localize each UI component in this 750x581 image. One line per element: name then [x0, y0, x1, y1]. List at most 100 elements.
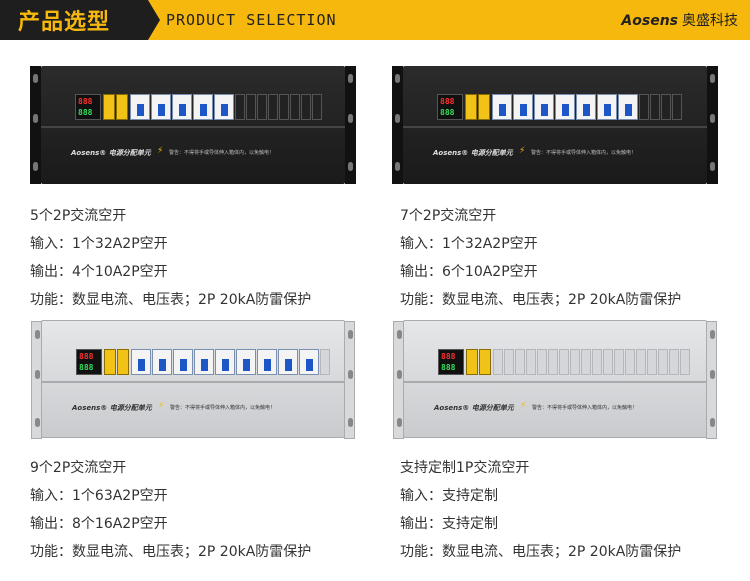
mounting-hole — [35, 418, 40, 427]
mounting-hole — [710, 162, 715, 171]
product-function: 功能：数显电流、电压表；2P 20kA防雷保护 — [400, 292, 682, 308]
rack-ear — [393, 321, 404, 439]
section-header: 产品选型 PRODUCT SELECTION Aosens 奥盛科技 — [0, 0, 750, 40]
breaker-handle — [541, 104, 548, 116]
digital-meter: 888 888 — [437, 94, 463, 120]
breaker-handle — [520, 104, 527, 116]
breaker-handle — [243, 359, 250, 371]
rack-ear — [706, 321, 717, 439]
breaker-handle — [180, 359, 187, 371]
product-input: 输入：支持定制 — [400, 488, 498, 504]
surge-protector — [479, 349, 491, 375]
blank-module — [639, 94, 649, 120]
surge-protector — [117, 349, 129, 375]
blank-module — [493, 349, 503, 375]
breaker-handle — [201, 359, 208, 371]
circuit-breaker — [215, 349, 235, 375]
mounting-hole — [710, 330, 715, 339]
breaker-handle — [222, 359, 229, 371]
blank-module — [279, 94, 289, 120]
product-function: 功能：数显电流、电压表；2P 20kA防雷保护 — [30, 544, 312, 560]
digital-meter: 888 888 — [76, 349, 102, 375]
blank-module — [515, 349, 525, 375]
blank-module — [268, 94, 278, 120]
blank-module — [526, 349, 536, 375]
warning-icon: ⚡ — [520, 401, 527, 411]
pdu-image-2: 888 888 Aosens® 电源分配单元 ⚡ 警告：不得将手或导体伸入箱体内，以免触… — [392, 66, 718, 184]
circuit-breaker — [257, 349, 277, 375]
warning-label: 警告：不得将手或导体伸入箱体内，以免触电！ — [531, 150, 637, 156]
blank-module — [614, 349, 624, 375]
breaker-handle — [158, 104, 165, 116]
warning-label: 警告：不得将手或导体伸入箱体内，以免触电！ — [170, 405, 276, 411]
panel-logo: Aosens® 电源分配单元 — [72, 404, 152, 412]
breaker-handle — [138, 359, 145, 371]
blank-module — [320, 349, 330, 375]
mounting-hole — [33, 74, 38, 83]
circuit-breaker — [513, 94, 533, 120]
mounting-hole — [397, 330, 402, 339]
mounting-hole — [348, 114, 353, 123]
panel-divider — [42, 381, 344, 383]
rack-ear — [31, 321, 42, 439]
blank-module — [603, 349, 613, 375]
circuit-breaker — [236, 349, 256, 375]
blank-module — [235, 94, 245, 120]
mounting-hole — [710, 114, 715, 123]
surge-protector — [466, 349, 478, 375]
blank-module — [290, 94, 300, 120]
mounting-hole — [35, 370, 40, 379]
blank-module — [312, 94, 322, 120]
circuit-breaker — [131, 349, 151, 375]
product-specs-1: 5个2P交流空开 输入：1个32A2P空开 输出：4个10A2P空开 功能：数显… — [30, 202, 370, 314]
blank-module — [581, 349, 591, 375]
product-output: 输出：4个10A2P空开 — [30, 264, 168, 280]
product-title: 支持定制1P交流空开 — [400, 460, 530, 476]
warning-icon: ⚡ — [157, 146, 164, 156]
mounting-hole — [710, 74, 715, 83]
mounting-hole — [33, 114, 38, 123]
blank-module — [669, 349, 679, 375]
circuit-breaker — [299, 349, 319, 375]
mounting-hole — [397, 418, 402, 427]
product-specs-4: 支持定制1P交流空开 输入：支持定制 输出：支持定制 功能：数显电流、电压表；2… — [400, 454, 740, 566]
mounting-hole — [710, 370, 715, 379]
mounting-hole — [395, 162, 400, 171]
breaker-handle — [137, 104, 144, 116]
breaker-handle — [179, 104, 186, 116]
rack-ear — [392, 66, 403, 184]
breaker-handle — [159, 359, 166, 371]
circuit-breaker — [278, 349, 298, 375]
panel-logo: Aosens® 电源分配单元 — [434, 404, 514, 412]
product-input: 输入：1个32A2P空开 — [400, 236, 538, 252]
product-specs-3: 9个2P交流空开 输入：1个63A2P空开 输出：8个16A2P空开 功能：数显… — [30, 454, 370, 566]
mounting-hole — [33, 162, 38, 171]
surge-protector — [103, 94, 115, 120]
brand-logo: Aosens 奥盛科技 — [621, 10, 738, 30]
circuit-breaker — [193, 94, 213, 120]
product-specs-2: 7个2P交流空开 输入：1个32A2P空开 输出：6个10A2P空开 功能：数显… — [400, 202, 740, 314]
circuit-breaker — [152, 349, 172, 375]
blank-module — [301, 94, 311, 120]
breaker-handle — [306, 359, 313, 371]
blank-module — [661, 94, 671, 120]
rack-ear — [30, 66, 41, 184]
pdu-image-1: 888 888 Aosens® 电源分配单元 ⚡ 警告：不得将手或导体伸入箱体内，以免触… — [30, 66, 356, 184]
breaker-handle — [499, 104, 506, 116]
mounting-hole — [710, 418, 715, 427]
surge-protector — [465, 94, 477, 120]
mounting-hole — [397, 370, 402, 379]
surge-protector — [104, 349, 116, 375]
panel-logo: Aosens® 电源分配单元 — [71, 149, 151, 157]
circuit-breaker — [214, 94, 234, 120]
digital-meter: 888 888 — [438, 349, 464, 375]
panel-logo: Aosens® 电源分配单元 — [433, 149, 513, 157]
pdu-image-4: 888 888 Aosens® 电源分配单元 ⚡ 警告：不得将手或导体伸入箱体内，以免触… — [393, 320, 717, 439]
circuit-breaker — [534, 94, 554, 120]
circuit-breaker — [576, 94, 596, 120]
warning-icon: ⚡ — [519, 146, 526, 156]
header-arrow — [148, 0, 160, 40]
mounting-hole — [348, 330, 353, 339]
circuit-breaker — [597, 94, 617, 120]
circuit-breaker — [151, 94, 171, 120]
